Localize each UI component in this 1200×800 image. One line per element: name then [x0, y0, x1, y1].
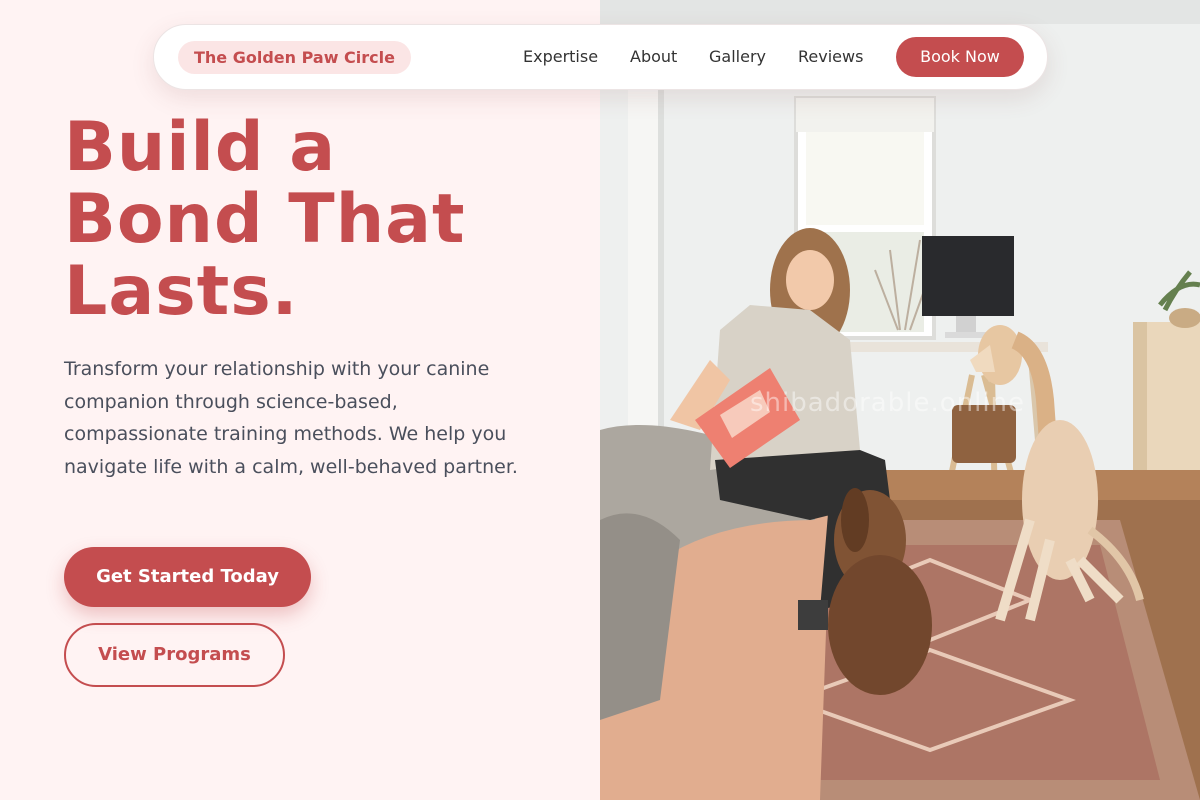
- hero-left-panel: Build a Bond That Lasts. Transform your …: [0, 0, 600, 800]
- book-now-button[interactable]: Book Now: [896, 37, 1024, 77]
- get-started-button[interactable]: Get Started Today: [64, 547, 311, 607]
- nav-link-gallery[interactable]: Gallery: [709, 47, 766, 67]
- nav-link-reviews[interactable]: Reviews: [798, 47, 863, 67]
- headline-line-1: Build a: [64, 108, 337, 187]
- hero-headline: Build a Bond That Lasts.: [64, 112, 584, 328]
- hero-description: Transform your relationship with your ca…: [64, 358, 518, 478]
- nav-link-about[interactable]: About: [630, 47, 677, 67]
- headline-line-3: Lasts.: [64, 252, 299, 331]
- headline-line-2: Bond That: [64, 180, 466, 259]
- hero-photo: shibadorable.online: [600, 0, 1200, 800]
- nav-link-expertise[interactable]: Expertise: [523, 47, 598, 67]
- view-programs-button[interactable]: View Programs: [64, 623, 285, 687]
- brand-logo[interactable]: The Golden Paw Circle: [178, 41, 411, 74]
- top-navigation: The Golden Paw Circle Expertise About Ga…: [153, 24, 1048, 90]
- photo-watermark: shibadorable.online: [750, 388, 1026, 418]
